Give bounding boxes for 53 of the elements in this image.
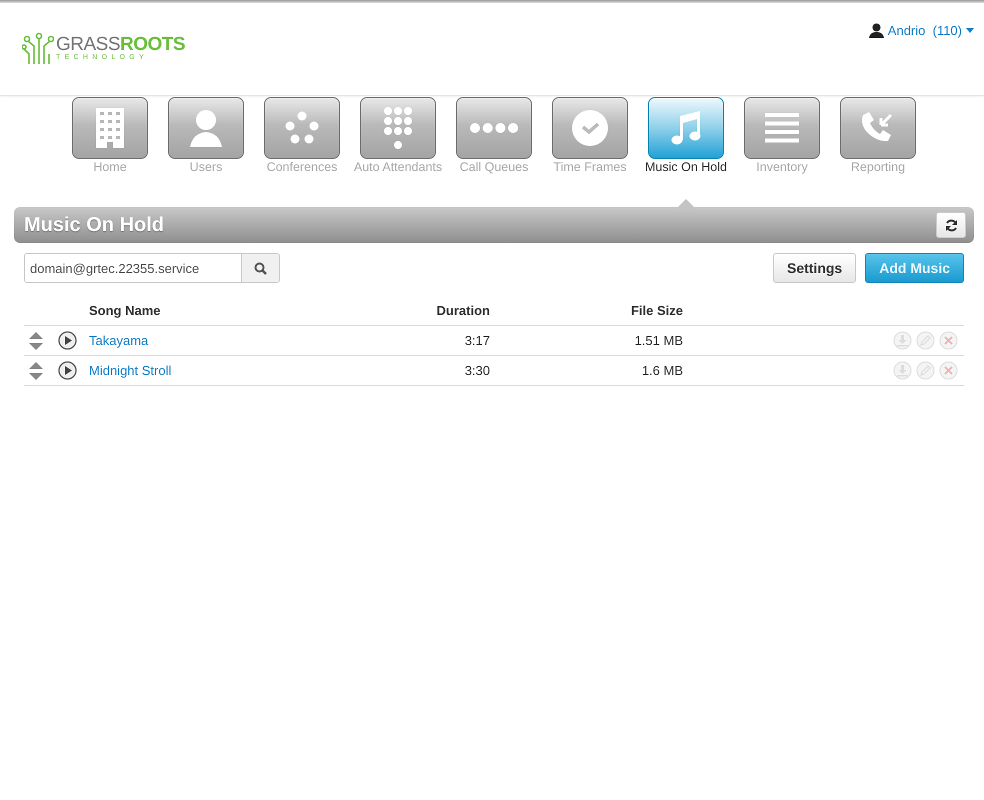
nav-tile[interactable]: [168, 97, 244, 159]
building-icon: [96, 108, 124, 148]
nav-label: Call Queues: [458, 160, 530, 175]
nav-label: Music On Hold: [644, 160, 728, 175]
nav-label: Conferences: [266, 160, 338, 175]
user-icon: [868, 22, 884, 38]
table-cell-text: 3:17: [464, 333, 490, 348]
logo-text: ROOTS: [120, 34, 186, 54]
settings-button[interactable]: Settings: [772, 253, 856, 283]
table-cell-text: 1.51 MB: [634, 333, 683, 348]
nav-tile[interactable]: [72, 97, 148, 159]
clock-icon: [572, 110, 608, 146]
column-header: Song Name: [89, 303, 162, 318]
nav-tile[interactable]: [456, 97, 532, 159]
nav-tile[interactable]: [360, 97, 436, 159]
dots-icon: [285, 111, 319, 145]
logo-icon: [22, 32, 54, 64]
song-link[interactable]: Takayama: [89, 333, 370, 348]
nav-tile[interactable]: [552, 97, 628, 159]
song-link[interactable]: Midnight Stroll: [89, 363, 370, 378]
dots-icon: [470, 123, 518, 133]
nav-label: Inventory: [755, 160, 809, 175]
music-note-icon: [671, 110, 701, 146]
table-cell-text: 3:30: [464, 363, 490, 378]
search-button[interactable]: [241, 254, 279, 282]
search-field[interactable]: domain@grtec.22355.service: [24, 253, 280, 283]
person-icon: [188, 109, 224, 147]
refresh-button[interactable]: [936, 212, 966, 238]
caret-icon: [966, 28, 974, 32]
nav-tile[interactable]: [264, 97, 340, 159]
search-icon: [254, 262, 267, 274]
nav-tile[interactable]: [648, 97, 724, 159]
play-icon[interactable]: [58, 331, 77, 350]
play-icon[interactable]: [58, 361, 77, 380]
nav-label: Home: [92, 160, 128, 175]
nav-tile[interactable]: [840, 97, 916, 159]
column-header: Duration: [436, 303, 490, 318]
nav-label: Users: [188, 160, 224, 175]
reorder-icon[interactable]: [29, 332, 43, 350]
logo-text: GRASS: [56, 34, 120, 54]
nav-tile[interactable]: [744, 97, 820, 159]
keypad-icon: [384, 107, 412, 149]
add-button[interactable]: Add Music: [865, 253, 964, 283]
nav-label: Time Frames: [552, 160, 628, 175]
panel-title: Music On Hold: [24, 214, 164, 236]
list-icon: [765, 113, 799, 143]
table-cell-text: 1.6 MB: [640, 363, 683, 378]
column-header: File Size: [630, 303, 683, 318]
reorder-icon[interactable]: [29, 362, 43, 380]
user-menu[interactable]: Andrio (110): [868, 21, 974, 39]
nav-label: Reporting: [850, 160, 906, 175]
nav-label: Auto Attendants: [353, 160, 443, 175]
refresh-icon: [944, 218, 958, 232]
